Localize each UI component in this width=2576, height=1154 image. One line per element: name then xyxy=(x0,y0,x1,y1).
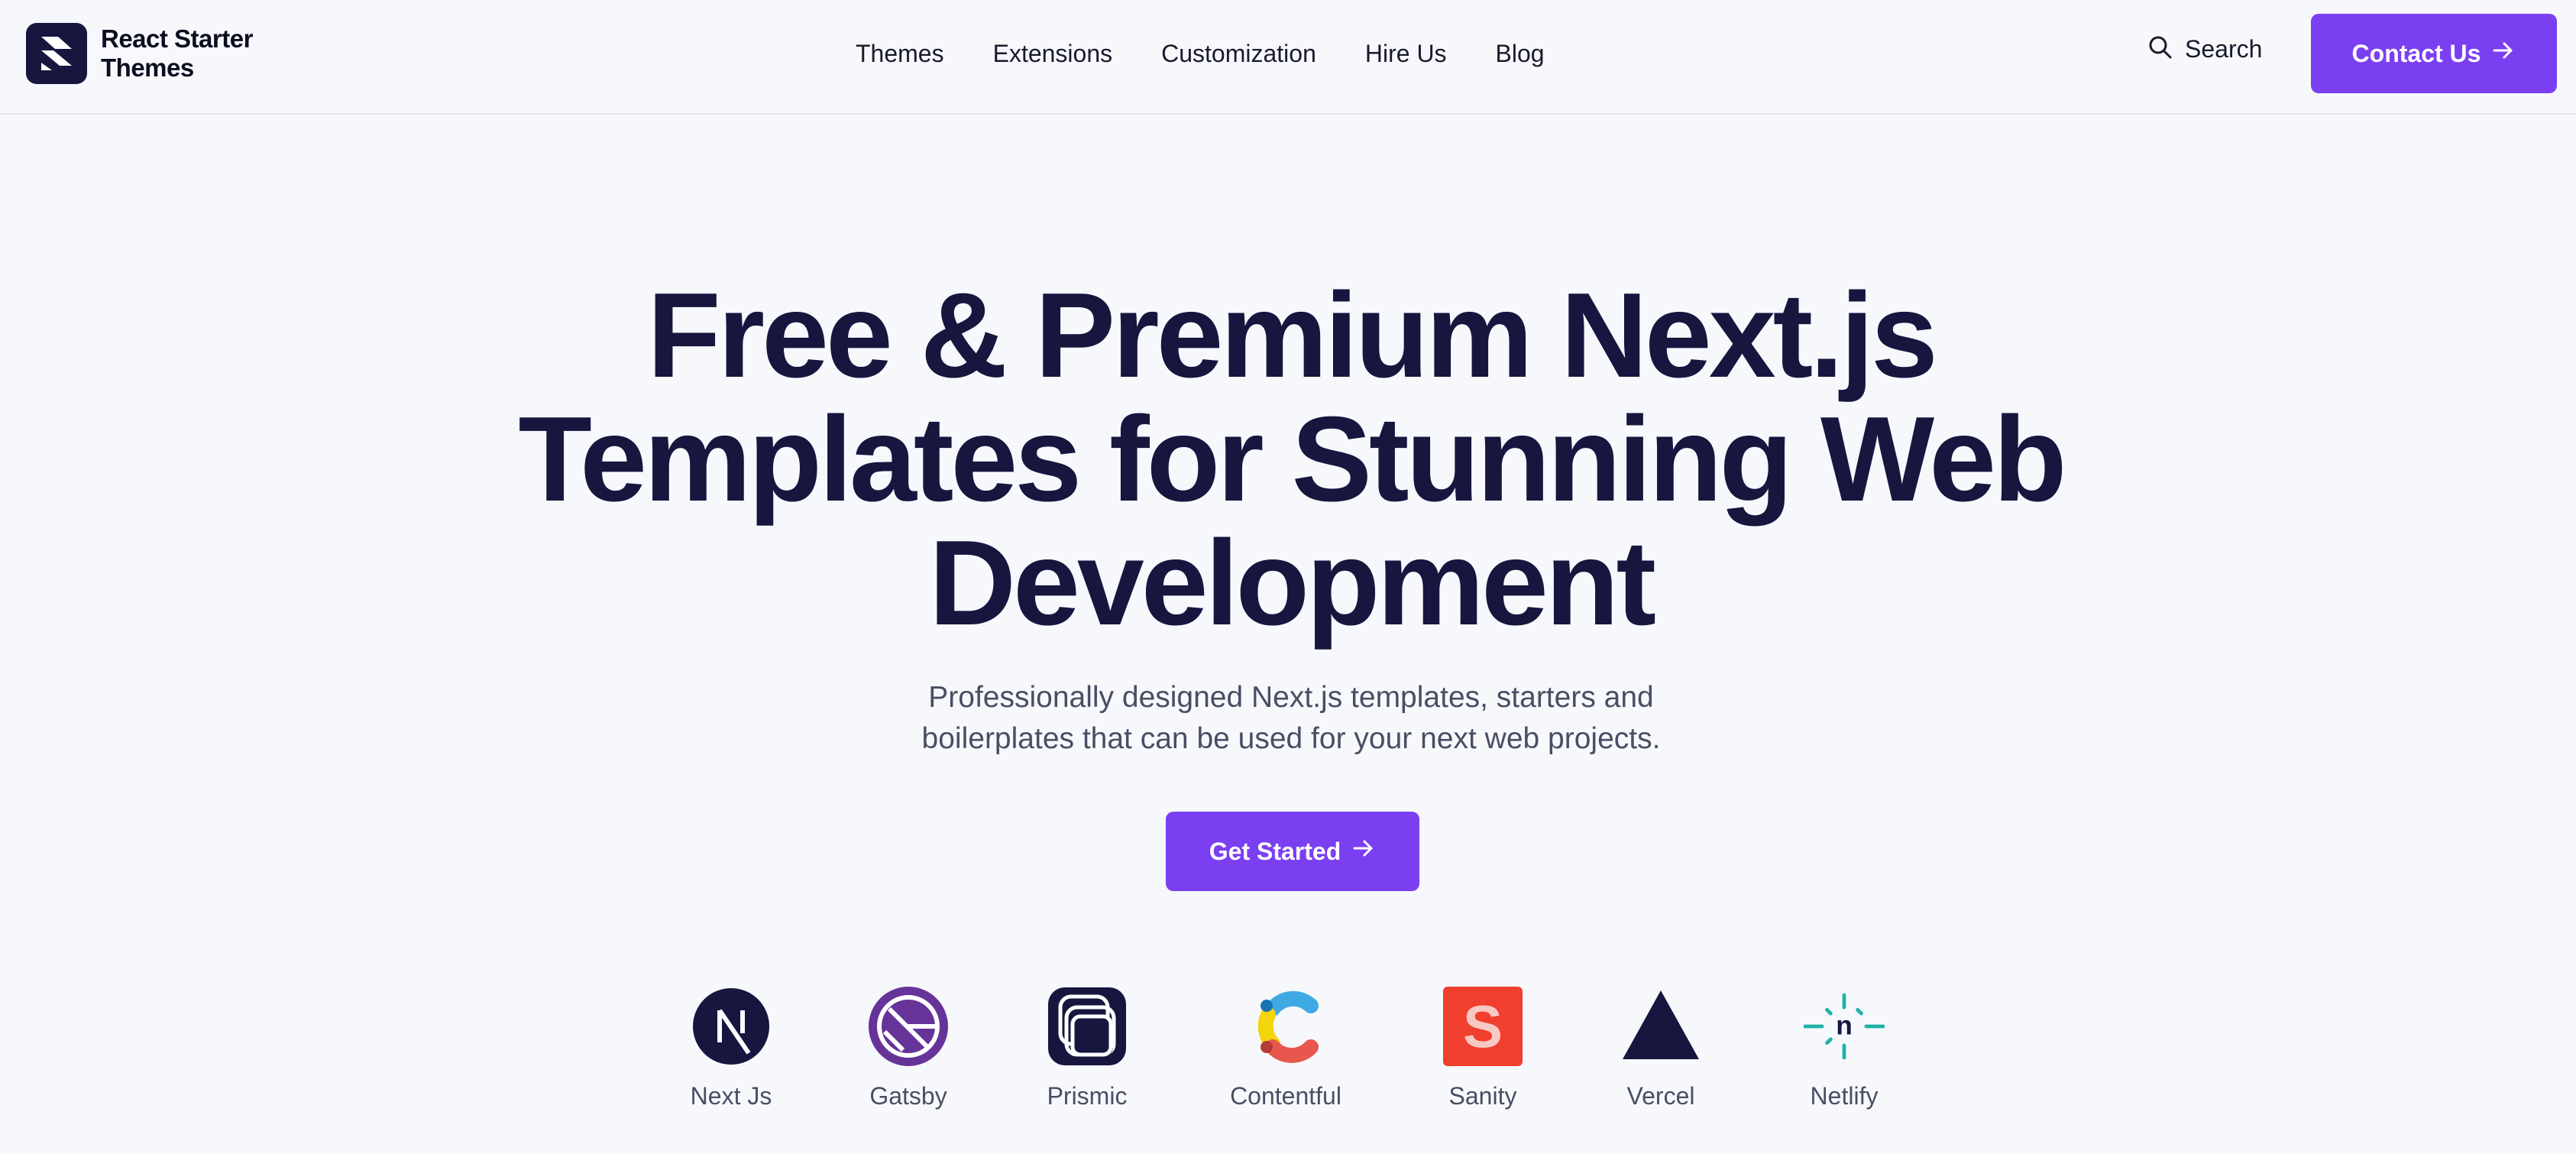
tech-item-prismic[interactable]: Prismic xyxy=(1003,986,1171,1110)
nav-item-themes[interactable]: Themes xyxy=(856,38,944,69)
tech-item-vercel[interactable]: Vercel xyxy=(1577,986,1745,1110)
hero-title: Free & Premium Next.js Templates for Stu… xyxy=(0,274,2576,645)
brand-name-line1: React Starter xyxy=(101,24,253,53)
tech-label: Next Js xyxy=(690,1082,772,1110)
arrow-right-icon xyxy=(2491,38,2516,69)
brand-logo[interactable]: React Starter Themes xyxy=(26,23,284,84)
tech-item-sanity[interactable]: S Sanity xyxy=(1399,986,1567,1110)
hero-subtitle-line: boilerplates that can be used for your n… xyxy=(921,722,1661,755)
search-label: Search xyxy=(2185,35,2263,63)
main-nav: Themes Extensions Customization Hire Us … xyxy=(856,38,1545,69)
nav-item-hire-us[interactable]: Hire Us xyxy=(1365,38,1447,69)
prismic-icon xyxy=(1047,986,1128,1067)
site-header: React Starter Themes Themes Extensions C… xyxy=(0,0,2576,115)
get-started-button[interactable]: Get Started xyxy=(1166,812,1419,891)
tech-label: Gatsby xyxy=(869,1082,947,1110)
tech-label: Sanity xyxy=(1448,1082,1517,1110)
tech-label: Prismic xyxy=(1047,1082,1128,1110)
hero-subtitle: Professionally designed Next.js template… xyxy=(871,677,1711,760)
brand-name-line2: Themes xyxy=(101,53,194,82)
gatsby-icon xyxy=(868,986,949,1067)
get-started-label: Get Started xyxy=(1209,837,1341,865)
hero-title-line: Free & Premium Next.js xyxy=(647,268,1938,403)
nav-item-blog[interactable]: Blog xyxy=(1496,38,1545,69)
hero-title-line: Templates for Stunning Web xyxy=(518,392,2066,527)
arrow-right-icon xyxy=(1351,836,1376,867)
vercel-icon xyxy=(1620,986,1701,1067)
sanity-icon: S xyxy=(1442,986,1523,1067)
tech-label: Netlify xyxy=(1810,1082,1879,1110)
svg-text:S: S xyxy=(1463,993,1503,1060)
brand-name: React Starter Themes xyxy=(101,24,284,83)
tech-item-contentful[interactable]: Contentful xyxy=(1202,986,1370,1110)
contact-us-button[interactable]: Contact Us xyxy=(2311,14,2557,93)
tech-item-gatsby[interactable]: Gatsby xyxy=(824,986,992,1110)
netlify-icon: n xyxy=(1803,986,1885,1067)
hero-subtitle-line: Professionally designed Next.js template… xyxy=(928,681,1654,714)
hero-title-line: Development xyxy=(928,516,1656,650)
nextjs-icon xyxy=(691,986,772,1067)
lightning-logo-icon xyxy=(26,23,87,84)
contact-us-label: Contact Us xyxy=(2351,39,2481,67)
tech-label: Vercel xyxy=(1626,1082,1695,1110)
search-button[interactable]: Search xyxy=(2148,35,2262,63)
tech-label: Contentful xyxy=(1230,1082,1341,1110)
tech-item-netlify[interactable]: n Netlify xyxy=(1760,986,1928,1110)
svg-text:n: n xyxy=(1836,1010,1853,1040)
search-icon xyxy=(2148,35,2173,63)
tech-item-nextjs[interactable]: Next Js xyxy=(647,986,815,1110)
contentful-icon xyxy=(1245,986,1326,1067)
nav-item-customization[interactable]: Customization xyxy=(1161,38,1316,69)
nav-item-extensions[interactable]: Extensions xyxy=(993,38,1113,69)
